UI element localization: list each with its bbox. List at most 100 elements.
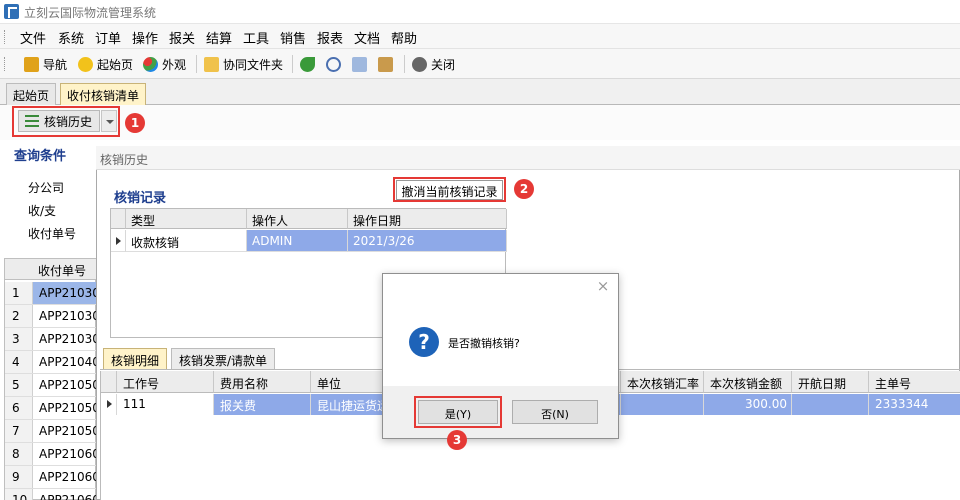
detail-job-no-cell[interactable]: 111 — [117, 394, 214, 415]
menu-documents[interactable]: 文档 — [354, 28, 380, 47]
row-value: APP21060 — [39, 493, 97, 500]
row-value: APP21030 — [33, 282, 97, 304]
menu-orders[interactable]: 订单 — [95, 28, 121, 47]
toolbar-grip — [4, 57, 7, 71]
toolbar-separator — [292, 55, 293, 73]
row-number: 3 — [5, 328, 33, 350]
home-label: 起始页 — [97, 57, 134, 72]
table-row[interactable]: 6 APP21050 — [5, 397, 97, 420]
menu-settlement[interactable]: 结算 — [206, 28, 232, 47]
menu-tools[interactable]: 工具 — [243, 28, 269, 47]
menu-customs[interactable]: 报关 — [169, 28, 195, 47]
row-value: APP21030 — [39, 309, 97, 323]
detail-amount-cell[interactable]: 300.00 — [704, 394, 792, 415]
detail-rate-cell[interactable] — [621, 394, 704, 415]
highlight-box-1 — [12, 106, 120, 137]
record-operator-cell[interactable]: ADMIN — [247, 230, 348, 252]
menu-operations[interactable]: 操作 — [132, 28, 158, 47]
column-header-rate: 本次核销汇率 — [621, 371, 704, 393]
no-button[interactable]: 否(N) — [512, 400, 598, 424]
table-row[interactable]: 2 APP21030 — [5, 305, 97, 328]
table-row[interactable]: 8 APP21060 — [5, 443, 97, 466]
menu-sales[interactable]: 销售 — [280, 28, 306, 47]
palette-icon — [143, 56, 158, 72]
folder-icon — [204, 56, 219, 72]
theme-button[interactable]: 外观 — [143, 55, 186, 73]
tab-start-page[interactable]: 起始页 — [6, 83, 57, 105]
detail-fee-name-cell[interactable]: 报关费 — [214, 394, 311, 415]
toolbar: 导航 起始页 外观 协同文件夹 关闭 — [0, 49, 960, 79]
table-row[interactable]: 3 APP21030 — [5, 328, 97, 351]
row-number: 7 — [5, 420, 33, 442]
close-icon[interactable]: × — [596, 279, 610, 294]
nav-label: 导航 — [43, 57, 68, 72]
row-value: APP21050 — [39, 401, 97, 415]
row-number: 9 — [5, 466, 33, 488]
close-label: 关闭 — [431, 57, 456, 72]
record-type-cell[interactable]: 收款核销 — [126, 230, 247, 252]
menu-bar: 文件 系统 订单 操作 报关 结算 工具 销售 报表 文档 帮助 — [0, 24, 960, 49]
query-label-branch: 分公司 — [28, 181, 65, 195]
step-badge-3: 3 — [447, 430, 467, 450]
record-section-title: 核销记录 — [114, 191, 167, 206]
column-header-date: 操作日期 — [348, 209, 507, 229]
paste-icon — [378, 56, 393, 72]
row-value: APP21030 — [39, 332, 97, 346]
home-button[interactable]: 起始页 — [78, 55, 133, 73]
nav-button[interactable]: 导航 — [24, 55, 67, 73]
record-date-cell[interactable]: 2021/3/26 — [348, 230, 507, 252]
receipt-list-grid: 收付单号 1 APP21030 2 APP21030 3 APP21030 4 APP2… — [4, 258, 97, 500]
cut-button[interactable] — [326, 55, 345, 73]
row-number: 2 — [5, 305, 33, 327]
app-logo-icon — [4, 4, 19, 19]
shared-folder-button[interactable]: 协同文件夹 — [204, 55, 283, 73]
toolbar-separator — [404, 55, 405, 73]
tab-settlement-detail[interactable]: 核销明细 — [103, 348, 168, 370]
detail-master-no-cell[interactable]: 2333344 — [869, 394, 960, 415]
table-row[interactable]: 4 APP21040 — [5, 351, 97, 374]
table-row[interactable]: 9 APP21060 — [5, 466, 97, 489]
nav-icon — [24, 56, 39, 72]
row-number: 8 — [5, 443, 33, 465]
app-title: 立刻云国际物流管理系统 — [24, 6, 157, 20]
row-indicator — [101, 394, 117, 415]
row-value: APP21060 — [39, 470, 97, 484]
table-row[interactable]: 10 APP21060 — [5, 489, 97, 500]
row-indicator-header — [101, 371, 117, 393]
column-header-operator: 操作人 — [247, 209, 348, 229]
tab-settlement-list[interactable]: 收付核销清单 — [60, 83, 147, 105]
table-row[interactable]: 7 APP21050 — [5, 420, 97, 443]
table-row[interactable]: 1 APP21030 — [5, 282, 97, 305]
toolbar-separator — [196, 55, 197, 73]
column-header: 收付单号 — [38, 264, 87, 278]
table-row[interactable]: 5 APP21050 — [5, 374, 97, 397]
row-number: 10 — [5, 489, 33, 500]
query-label-number: 收付单号 — [28, 227, 77, 241]
dialog-message: 是否撤销核销? — [448, 337, 520, 350]
paste-button[interactable] — [378, 55, 397, 73]
highlight-box-2 — [393, 177, 506, 202]
close-button[interactable]: 关闭 — [412, 55, 455, 73]
row-number: 6 — [5, 397, 33, 419]
menu-system[interactable]: 系统 — [58, 28, 84, 47]
query-title: 查询条件 — [14, 149, 67, 164]
detail-sail-date-cell[interactable] — [792, 394, 869, 415]
undo-button[interactable] — [300, 55, 319, 73]
menu-file[interactable]: 文件 — [20, 28, 46, 47]
row-value: APP21050 — [39, 424, 97, 438]
query-label-direction: 收/支 — [28, 204, 57, 218]
menu-reports[interactable]: 报表 — [317, 28, 343, 47]
copy-button[interactable] — [352, 55, 371, 73]
menu-help[interactable]: 帮助 — [391, 28, 417, 47]
row-arrow-icon — [116, 237, 121, 245]
row-number: 1 — [5, 282, 33, 304]
undo-icon — [300, 56, 315, 72]
row-indicator — [111, 230, 126, 252]
column-header-fee-name: 费用名称 — [214, 371, 311, 393]
step-badge-1: 1 — [125, 113, 145, 133]
step-badge-2: 2 — [514, 179, 534, 199]
tab-invoice-request[interactable]: 核销发票/请款单 — [171, 348, 276, 370]
column-header-job-no: 工作号 — [117, 371, 214, 393]
scissors-icon — [326, 56, 341, 72]
grid-header: 收付单号 — [5, 259, 97, 280]
